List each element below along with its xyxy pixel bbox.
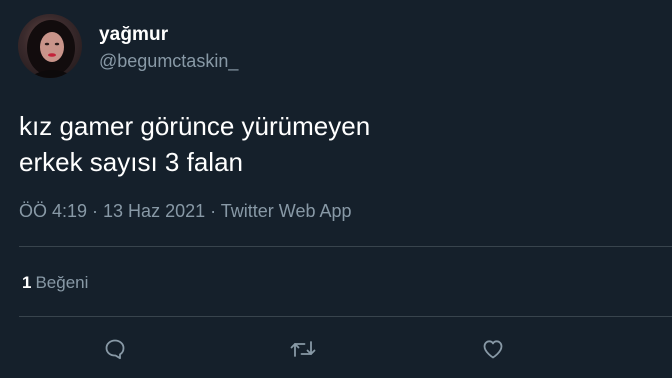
- tweet-text: kız gamer görünce yürümeyen erkek sayısı…: [19, 108, 639, 180]
- avatar-image: [27, 20, 76, 78]
- user-handle[interactable]: @begumctaskin_: [99, 51, 238, 72]
- divider: [19, 316, 672, 317]
- like-button[interactable]: [478, 334, 508, 364]
- tweet-timestamp[interactable]: ÖÖ 4:19 · 13 Haz 2021 · Twitter Web App: [19, 201, 352, 222]
- reply-button[interactable]: [100, 334, 130, 364]
- likes-stat[interactable]: 1 Beğeni: [22, 273, 88, 293]
- heart-icon: [483, 340, 503, 359]
- reply-icon: [105, 339, 125, 360]
- tweet-card: yağmur @begumctaskin_ kız gamer görünce …: [0, 0, 672, 378]
- likes-count: 1: [22, 273, 32, 292]
- retweet-button[interactable]: [288, 334, 318, 364]
- retweet-icon: [290, 341, 316, 357]
- tweet-text-line: kız gamer görünce yürümeyen: [19, 111, 371, 141]
- display-name[interactable]: yağmur: [99, 24, 168, 46]
- tweet-text-line: erkek sayısı 3 falan: [19, 147, 243, 177]
- likes-label: Beğeni: [35, 273, 89, 292]
- divider: [19, 246, 672, 247]
- avatar[interactable]: [18, 14, 82, 78]
